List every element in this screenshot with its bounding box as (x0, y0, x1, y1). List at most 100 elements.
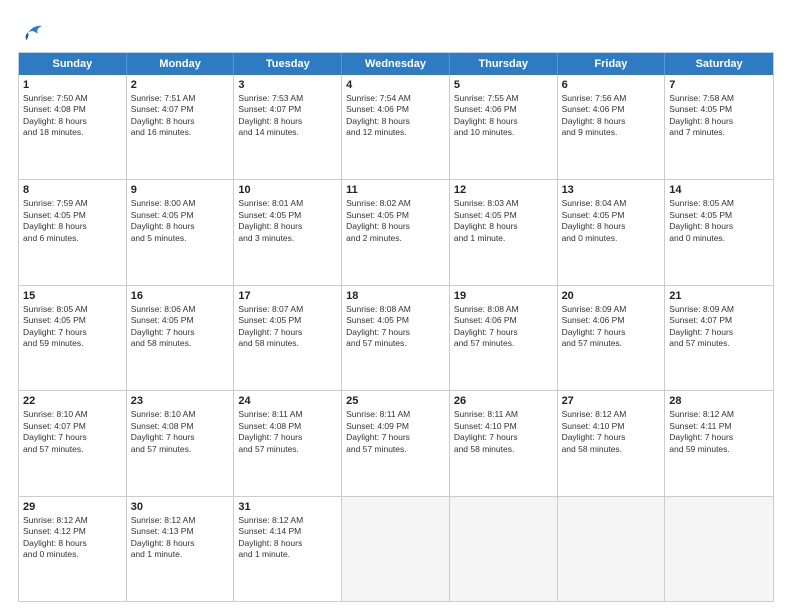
day-cell-19: 19 Sunrise: 8:08 AMSunset: 4:06 PMDayligh… (450, 286, 558, 390)
day-number: 30 (131, 501, 230, 513)
day-details: Sunrise: 8:04 AMSunset: 4:05 PMDaylight:… (562, 198, 661, 244)
header-day-sunday: Sunday (19, 53, 127, 75)
day-details: Sunrise: 8:01 AMSunset: 4:05 PMDaylight:… (238, 198, 337, 244)
day-number: 24 (238, 395, 337, 407)
day-cell-23: 23 Sunrise: 8:10 AMSunset: 4:08 PMDayligh… (127, 391, 235, 495)
header-day-tuesday: Tuesday (234, 53, 342, 75)
day-cell-31: 31 Sunrise: 8:12 AMSunset: 4:14 PMDayligh… (234, 497, 342, 601)
day-cell-13: 13Sunrise: 8:04 AMSunset: 4:05 PMDayligh… (558, 180, 666, 284)
day-number: 26 (454, 395, 553, 407)
day-details: Sunrise: 8:12 AMSunset: 4:10 PMDaylight:… (562, 409, 661, 455)
logo-bird-icon (20, 18, 44, 42)
day-cell-16: 16Sunrise: 8:06 AMSunset: 4:05 PMDayligh… (127, 286, 235, 390)
day-cell-29: 29 Sunrise: 8:12 AMSunset: 4:12 PMDayligh… (19, 497, 127, 601)
day-details: Sunrise: 8:02 AMSunset: 4:05 PMDaylight:… (346, 198, 445, 244)
day-cell-8: 8 Sunrise: 7:59 AMSunset: 4:05 PMDaylight… (19, 180, 127, 284)
day-details: Sunrise: 8:08 AMSunset: 4:06 PMDaylight:… (454, 304, 553, 350)
day-details: Sunrise: 7:54 AMSunset: 4:06 PMDaylight:… (346, 93, 445, 139)
day-cell-1: 1 Sunrise: 7:50 AMSunset: 4:08 PMDaylight… (19, 75, 127, 179)
day-cell-5: 5 Sunrise: 7:55 AMSunset: 4:06 PMDaylight… (450, 75, 558, 179)
day-number: 20 (562, 290, 661, 302)
day-cell-4: 4Sunrise: 7:54 AMSunset: 4:06 PMDaylight… (342, 75, 450, 179)
day-cell-14: 14Sunrise: 8:05 AMSunset: 4:05 PMDayligh… (665, 180, 773, 284)
day-cell-22: 22 Sunrise: 8:10 AMSunset: 4:07 PMDayligh… (19, 391, 127, 495)
day-details: Sunrise: 8:03 AMSunset: 4:05 PMDaylight:… (454, 198, 553, 244)
day-cell-7: 7 Sunrise: 7:58 AMSunset: 4:05 PMDaylight… (665, 75, 773, 179)
calendar-week-4: 22 Sunrise: 8:10 AMSunset: 4:07 PMDayligh… (19, 391, 773, 496)
day-number: 12 (454, 184, 553, 196)
day-number: 6 (562, 79, 661, 91)
day-cell-21: 21Sunrise: 8:09 AMSunset: 4:07 PMDayligh… (665, 286, 773, 390)
day-cell-30: 30 Sunrise: 8:12 AMSunset: 4:13 PMDayligh… (127, 497, 235, 601)
day-details: Sunrise: 8:11 AMSunset: 4:09 PMDaylight:… (346, 409, 445, 455)
calendar-week-1: 1 Sunrise: 7:50 AMSunset: 4:08 PMDaylight… (19, 75, 773, 180)
day-cell-3: 3Sunrise: 7:53 AMSunset: 4:07 PMDaylight… (234, 75, 342, 179)
calendar-week-5: 29 Sunrise: 8:12 AMSunset: 4:12 PMDayligh… (19, 497, 773, 601)
day-number: 21 (669, 290, 769, 302)
day-number: 7 (669, 79, 769, 91)
day-number: 8 (23, 184, 122, 196)
calendar-week-2: 8 Sunrise: 7:59 AMSunset: 4:05 PMDaylight… (19, 180, 773, 285)
day-cell-17: 17 Sunrise: 8:07 AMSunset: 4:05 PMDayligh… (234, 286, 342, 390)
day-number: 22 (23, 395, 122, 407)
header-day-thursday: Thursday (450, 53, 558, 75)
day-number: 31 (238, 501, 337, 513)
header-day-saturday: Saturday (665, 53, 773, 75)
day-number: 28 (669, 395, 769, 407)
day-details: Sunrise: 8:09 AMSunset: 4:06 PMDaylight:… (562, 304, 661, 350)
day-cell-28: 28 Sunrise: 8:12 AMSunset: 4:11 PMDayligh… (665, 391, 773, 495)
day-number: 2 (131, 79, 230, 91)
day-details: Sunrise: 7:58 AMSunset: 4:05 PMDaylight:… (669, 93, 769, 139)
day-details: Sunrise: 8:08 AMSunset: 4:05 PMDaylight:… (346, 304, 445, 350)
day-cell-26: 26 Sunrise: 8:11 AMSunset: 4:10 PMDayligh… (450, 391, 558, 495)
header-day-friday: Friday (558, 53, 666, 75)
day-details: Sunrise: 8:10 AMSunset: 4:08 PMDaylight:… (131, 409, 230, 455)
day-cell-24: 24Sunrise: 8:11 AMSunset: 4:08 PMDayligh… (234, 391, 342, 495)
day-cell-25: 25 Sunrise: 8:11 AMSunset: 4:09 PMDayligh… (342, 391, 450, 495)
logo (18, 18, 44, 42)
day-details: Sunrise: 8:12 AMSunset: 4:11 PMDaylight:… (669, 409, 769, 455)
day-cell-11: 11 Sunrise: 8:02 AMSunset: 4:05 PMDayligh… (342, 180, 450, 284)
day-number: 23 (131, 395, 230, 407)
day-number: 25 (346, 395, 445, 407)
empty-cell (558, 497, 666, 601)
day-details: Sunrise: 8:12 AMSunset: 4:13 PMDaylight:… (131, 515, 230, 561)
empty-cell (342, 497, 450, 601)
day-cell-15: 15 Sunrise: 8:05 AMSunset: 4:05 PMDayligh… (19, 286, 127, 390)
day-number: 29 (23, 501, 122, 513)
day-cell-10: 10 Sunrise: 8:01 AMSunset: 4:05 PMDayligh… (234, 180, 342, 284)
day-details: Sunrise: 7:51 AMSunset: 4:07 PMDaylight:… (131, 93, 230, 139)
day-details: Sunrise: 8:12 AMSunset: 4:12 PMDaylight:… (23, 515, 122, 561)
day-details: Sunrise: 8:05 AMSunset: 4:05 PMDaylight:… (23, 304, 122, 350)
day-details: Sunrise: 8:00 AMSunset: 4:05 PMDaylight:… (131, 198, 230, 244)
day-number: 1 (23, 79, 122, 91)
page: SundayMondayTuesdayWednesdayThursdayFrid… (0, 0, 792, 612)
day-number: 11 (346, 184, 445, 196)
day-cell-20: 20 Sunrise: 8:09 AMSunset: 4:06 PMDayligh… (558, 286, 666, 390)
day-details: Sunrise: 7:50 AMSunset: 4:08 PMDaylight:… (23, 93, 122, 139)
header-day-wednesday: Wednesday (342, 53, 450, 75)
day-number: 9 (131, 184, 230, 196)
day-number: 10 (238, 184, 337, 196)
day-number: 15 (23, 290, 122, 302)
day-details: Sunrise: 8:10 AMSunset: 4:07 PMDaylight:… (23, 409, 122, 455)
empty-cell (450, 497, 558, 601)
day-cell-12: 12 Sunrise: 8:03 AMSunset: 4:05 PMDayligh… (450, 180, 558, 284)
day-number: 5 (454, 79, 553, 91)
header (18, 18, 774, 42)
header-day-monday: Monday (127, 53, 235, 75)
calendar-body: 1 Sunrise: 7:50 AMSunset: 4:08 PMDaylight… (19, 75, 773, 601)
day-details: Sunrise: 8:12 AMSunset: 4:14 PMDaylight:… (238, 515, 337, 561)
day-cell-27: 27Sunrise: 8:12 AMSunset: 4:10 PMDayligh… (558, 391, 666, 495)
day-details: Sunrise: 8:05 AMSunset: 4:05 PMDaylight:… (669, 198, 769, 244)
day-number: 19 (454, 290, 553, 302)
day-number: 17 (238, 290, 337, 302)
empty-cell (665, 497, 773, 601)
day-details: Sunrise: 7:56 AMSunset: 4:06 PMDaylight:… (562, 93, 661, 139)
day-cell-18: 18Sunrise: 8:08 AMSunset: 4:05 PMDayligh… (342, 286, 450, 390)
day-details: Sunrise: 8:07 AMSunset: 4:05 PMDaylight:… (238, 304, 337, 350)
day-number: 16 (131, 290, 230, 302)
day-details: Sunrise: 8:11 AMSunset: 4:10 PMDaylight:… (454, 409, 553, 455)
day-details: Sunrise: 7:59 AMSunset: 4:05 PMDaylight:… (23, 198, 122, 244)
day-details: Sunrise: 7:55 AMSunset: 4:06 PMDaylight:… (454, 93, 553, 139)
